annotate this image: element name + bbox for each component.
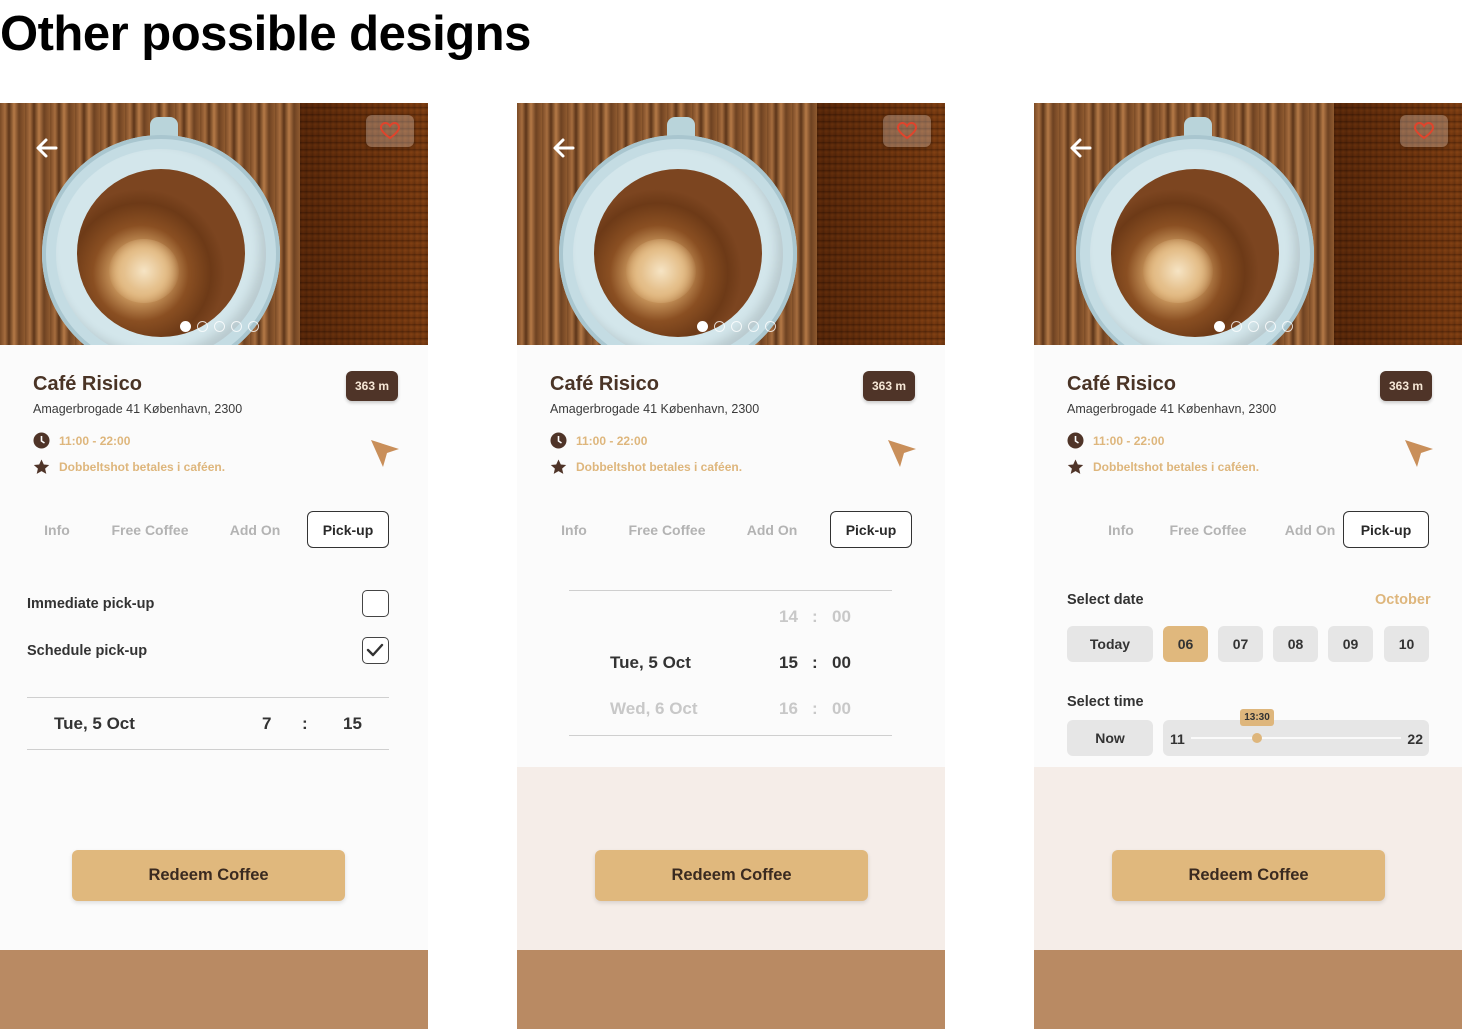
cafe-address: Amagerbrogade 41 København, 2300 xyxy=(33,402,243,416)
cafe-hero-image xyxy=(1034,103,1462,345)
carousel-dots[interactable] xyxy=(697,321,776,332)
picker-date-next[interactable]: Wed, 6 Oct xyxy=(610,699,698,719)
page-title: Other possible designs xyxy=(0,7,531,61)
distance-badge: 363 m xyxy=(863,371,915,401)
navigate-arrow-icon[interactable] xyxy=(370,437,400,469)
date-chip-07[interactable]: 07 xyxy=(1218,626,1263,662)
star-icon xyxy=(33,459,50,474)
carousel-dots[interactable] xyxy=(1214,321,1293,332)
distance-badge: 363 m xyxy=(1380,371,1432,401)
cafe-address: Amagerbrogade 41 København, 2300 xyxy=(550,402,760,416)
date-chip-09[interactable]: 09 xyxy=(1328,626,1373,662)
cafe-name: Café Risico xyxy=(33,373,142,395)
star-icon xyxy=(1067,459,1084,474)
redeem-coffee-button[interactable]: Redeem Coffee xyxy=(595,850,868,901)
favorite-heart-icon[interactable] xyxy=(883,115,931,147)
bottom-bar xyxy=(0,950,428,1029)
cafe-note: Dobbeltshot betales i caféen. xyxy=(1093,460,1260,474)
tab-add-on[interactable]: Add On xyxy=(737,511,807,548)
picker-minute-next[interactable]: 00 xyxy=(832,699,851,719)
cafe-note: Dobbeltshot betales i caféen. xyxy=(59,460,226,474)
immediate-pickup-checkbox[interactable] xyxy=(362,590,389,617)
design-1-screen: Café Risico Amagerbrogade 41 København, … xyxy=(0,103,428,1029)
cafe-address: Amagerbrogade 41 København, 2300 xyxy=(1067,402,1277,416)
opening-hours: 11:00 - 22:00 xyxy=(576,433,648,448)
schedule-date[interactable]: Tue, 5 Oct xyxy=(54,714,135,734)
bottom-bar xyxy=(517,950,945,1029)
now-button[interactable]: Now xyxy=(1067,720,1153,756)
carousel-dots[interactable] xyxy=(180,321,259,332)
time-separator: : xyxy=(302,714,308,733)
picker-separator: : xyxy=(812,699,818,718)
clock-icon xyxy=(550,432,567,449)
tab-free-coffee[interactable]: Free Coffee xyxy=(621,511,713,548)
picker-minute-prev[interactable]: 00 xyxy=(832,607,851,627)
distance-badge: 363 m xyxy=(346,371,398,401)
tab-info[interactable]: Info xyxy=(30,511,84,548)
slider-thumb[interactable] xyxy=(1252,733,1262,743)
date-chip-08[interactable]: 08 xyxy=(1273,626,1318,662)
select-time-label: Select time xyxy=(1067,694,1144,710)
picker-separator: : xyxy=(812,653,818,672)
opening-hours: 11:00 - 22:00 xyxy=(1093,433,1165,448)
cafe-hero-image xyxy=(517,103,945,345)
tab-pick-up[interactable]: Pick-up xyxy=(830,511,912,548)
tab-pick-up[interactable]: Pick-up xyxy=(307,511,389,548)
slider-max-label: 22 xyxy=(1407,731,1423,747)
tab-add-on[interactable]: Add On xyxy=(1275,511,1345,548)
tab-free-coffee[interactable]: Free Coffee xyxy=(104,511,196,548)
picker-date-selected[interactable]: Tue, 5 Oct xyxy=(610,653,691,673)
select-date-label: Select date xyxy=(1067,592,1144,608)
navigate-arrow-icon[interactable] xyxy=(1404,437,1434,469)
immediate-pickup-label: Immediate pick-up xyxy=(27,596,155,612)
picker-separator: : xyxy=(812,607,818,626)
tab-bar: Info Free Coffee Add On Pick-up xyxy=(537,511,912,549)
time-slider[interactable]: 11 13:30 22 xyxy=(1163,709,1429,756)
tab-bar: Info Free Coffee Add On Pick-up xyxy=(1054,511,1429,549)
tab-pick-up[interactable]: Pick-up xyxy=(1343,511,1429,548)
schedule-pickup-label: Schedule pick-up xyxy=(27,643,148,659)
schedule-hour[interactable]: 7 xyxy=(262,714,271,734)
picker-hour-selected[interactable]: 15 xyxy=(779,653,798,673)
clock-icon xyxy=(33,432,50,449)
back-arrow-icon[interactable] xyxy=(34,135,60,161)
checkmark-icon xyxy=(366,643,384,657)
navigate-arrow-icon[interactable] xyxy=(887,437,917,469)
picker-minute-selected[interactable]: 00 xyxy=(832,653,851,673)
slider-min-label: 11 xyxy=(1170,731,1185,747)
cafe-note: Dobbeltshot betales i caféen. xyxy=(576,460,743,474)
slider-value-tooltip: 13:30 xyxy=(1240,709,1274,726)
schedule-pickup-checkbox[interactable] xyxy=(362,637,389,664)
favorite-heart-icon[interactable] xyxy=(366,115,414,147)
picker-hour-prev[interactable]: 14 xyxy=(779,607,798,627)
date-chip-today[interactable]: Today xyxy=(1067,626,1153,662)
month-label[interactable]: October xyxy=(1375,592,1431,608)
date-chip-06[interactable]: 06 xyxy=(1163,626,1208,662)
redeem-coffee-button[interactable]: Redeem Coffee xyxy=(1112,850,1385,901)
design-3-screen: Café Risico Amagerbrogade 41 København, … xyxy=(1034,103,1462,1029)
design-2-screen: Café Risico Amagerbrogade 41 København, … xyxy=(517,103,945,1029)
date-chip-10[interactable]: 10 xyxy=(1384,626,1429,662)
picker-hour-next[interactable]: 16 xyxy=(779,699,798,719)
back-arrow-icon[interactable] xyxy=(551,135,577,161)
tab-free-coffee[interactable]: Free Coffee xyxy=(1162,511,1254,548)
cafe-name: Café Risico xyxy=(550,373,659,395)
cafe-hero-image xyxy=(0,103,428,345)
opening-hours: 11:00 - 22:00 xyxy=(59,433,131,448)
cafe-name: Café Risico xyxy=(1067,373,1176,395)
favorite-heart-icon[interactable] xyxy=(1400,115,1448,147)
back-arrow-icon[interactable] xyxy=(1068,135,1094,161)
star-icon xyxy=(550,459,567,474)
schedule-minute[interactable]: 15 xyxy=(343,714,362,734)
tab-info[interactable]: Info xyxy=(1094,511,1148,548)
clock-icon xyxy=(1067,432,1084,449)
tab-bar: Info Free Coffee Add On Pick-up xyxy=(20,511,390,549)
bottom-bar xyxy=(1034,950,1462,1029)
tab-add-on[interactable]: Add On xyxy=(220,511,290,548)
redeem-coffee-button[interactable]: Redeem Coffee xyxy=(72,850,345,901)
tab-info[interactable]: Info xyxy=(547,511,601,548)
